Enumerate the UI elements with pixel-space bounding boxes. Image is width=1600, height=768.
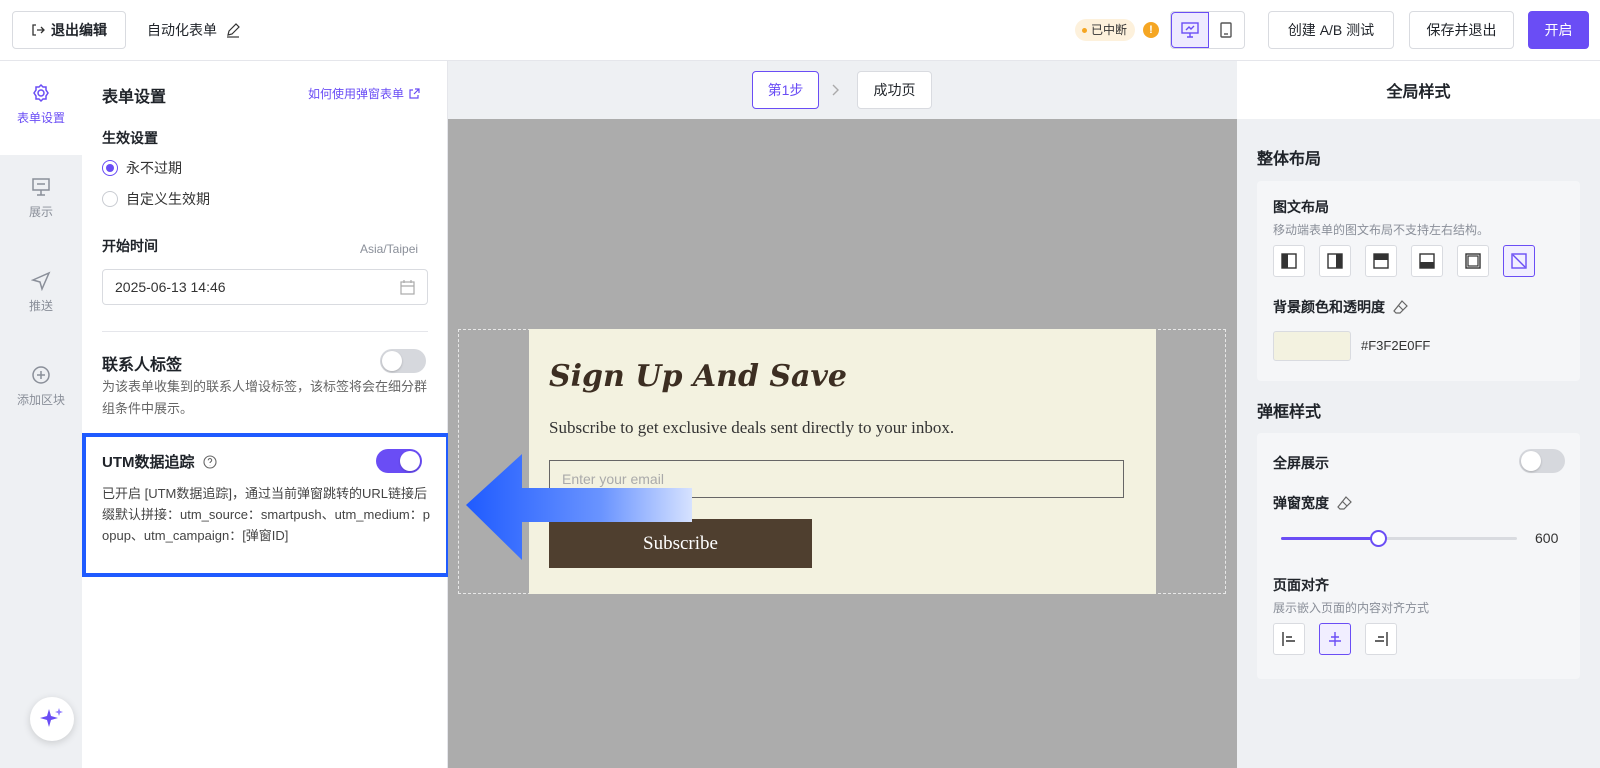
utm-desc: 已开启 [UTM数据追踪]，通过当前弹窗跳转的URL链接后缀默认拼接：utm_s… <box>102 486 430 543</box>
global-style-panel: 全局样式 整体布局 图文布局 移动端表单的图文布局不支持左右结构。 背景颜色和透… <box>1237 61 1600 768</box>
exit-icon <box>32 24 45 36</box>
calendar-icon <box>400 279 415 295</box>
layout-image-bottom-icon[interactable] <box>1411 245 1443 277</box>
left-rail: 表单设置 展示 推送 添加区块 <box>0 61 82 768</box>
layout-section-title: 整体布局 <box>1257 151 1322 168</box>
slider-handle[interactable] <box>1369 530 1387 547</box>
background-color-label: 背景颜色和透明度 <box>1273 297 1409 317</box>
exit-edit-button[interactable]: 退出编辑 <box>12 11 126 49</box>
status-badge: 已中断 <box>1075 19 1136 41</box>
panel-title: 全局样式 <box>1237 61 1600 119</box>
layout-image-top-icon[interactable] <box>1365 245 1397 277</box>
rail-item-label: 表单设置 <box>16 111 65 125</box>
popup-style-section-title: 弹框样式 <box>1257 404 1322 421</box>
form-title[interactable]: 自动化表单 <box>147 20 241 40</box>
chevron-right-icon <box>832 84 839 96</box>
popup-width-slider[interactable] <box>1281 530 1517 547</box>
form-settings-panel: 表单设置 如何使用弹窗表单 生效设置 永不过期 自定义生效期 开始时间 Asia… <box>82 61 450 768</box>
exit-edit-label: 退出编辑 <box>51 22 107 38</box>
align-center-icon[interactable] <box>1319 623 1351 655</box>
edit-pencil-icon[interactable] <box>225 22 241 38</box>
popup-width-value: 600 <box>1535 530 1559 546</box>
start-time-value: 2025-06-13 14:46 <box>115 279 226 295</box>
help-circle-icon[interactable] <box>202 454 217 469</box>
form-title-text: 自动化表单 <box>147 22 217 38</box>
eraser-icon[interactable] <box>1337 495 1353 511</box>
rail-item-add-block[interactable]: 添加区块 <box>0 343 82 437</box>
panel-title: 表单设置 <box>102 89 167 106</box>
popup-width-text: 弹窗宽度 <box>1273 495 1329 511</box>
radio-label: 自定义生效期 <box>126 191 210 207</box>
layout-image-left-icon[interactable] <box>1273 245 1305 277</box>
radio-dot <box>102 160 118 176</box>
validity-label: 生效设置 <box>102 130 158 146</box>
layout-no-image-icon[interactable] <box>1503 245 1535 277</box>
contact-tag-label: 联系人标签 <box>102 357 183 374</box>
ai-assistant-button[interactable] <box>30 697 74 741</box>
background-color-text: 背景颜色和透明度 <box>1273 299 1385 315</box>
rail-item-label: 推送 <box>28 299 53 313</box>
desktop-preview-icon[interactable] <box>1171 12 1209 48</box>
mobile-preview-icon[interactable] <box>1209 12 1245 48</box>
send-icon <box>31 271 51 291</box>
preview-canvas: 第1步 成功页 Sign Up And Save Subscribe to ge… <box>448 61 1237 768</box>
radio-never-expire[interactable]: 永不过期 <box>102 158 182 178</box>
step-bar: 第1步 成功页 <box>448 61 1237 119</box>
divider <box>102 331 428 332</box>
create-ab-test-button[interactable]: 创建 A/B 测试 <box>1268 11 1394 49</box>
slider-fill <box>1281 537 1378 540</box>
step-1-tab[interactable]: 第1步 <box>752 71 819 109</box>
eraser-icon[interactable] <box>1393 299 1409 315</box>
success-page-tab[interactable]: 成功页 <box>857 71 932 109</box>
rail-item-label: 添加区块 <box>16 393 65 407</box>
utm-label: UTM数据追踪 <box>102 454 195 471</box>
rail-item-label: 展示 <box>28 205 53 219</box>
start-time-input[interactable]: 2025-06-13 14:46 <box>102 269 428 305</box>
popup-width-label: 弹窗宽度 <box>1273 493 1353 513</box>
external-link-icon <box>409 87 420 99</box>
popup-subtext[interactable]: Subscribe to get exclusive deals sent di… <box>549 418 954 438</box>
layout-image-background-icon[interactable] <box>1457 245 1489 277</box>
help-link-text: 如何使用弹窗表单 <box>308 87 405 101</box>
popup-headline[interactable]: Sign Up And Save <box>549 359 847 394</box>
page-align-label: 页面对齐 <box>1273 577 1329 593</box>
fullscreen-toggle[interactable] <box>1519 449 1565 473</box>
popup-style-card: 全屏展示 弹窗宽度 600 页面对齐 展示嵌入页面的内容对齐方式 <box>1257 433 1580 679</box>
align-left-icon[interactable] <box>1273 623 1305 655</box>
start-time-label: 开始时间 <box>102 238 158 254</box>
align-hint: 展示嵌入页面的内容对齐方式 <box>1273 601 1430 615</box>
plus-circle-icon <box>32 366 50 384</box>
save-exit-button[interactable]: 保存并退出 <box>1409 11 1514 49</box>
utm-tracking-section: UTM数据追踪 已开启 [UTM数据追踪]，通过当前弹窗跳转的URL链接后缀默认… <box>82 433 450 577</box>
sparkle-icon <box>40 708 63 727</box>
device-switch <box>1170 11 1245 49</box>
utm-toggle[interactable] <box>376 449 422 473</box>
background-color-hex[interactable]: #F3F2E0FF <box>1361 338 1430 353</box>
rail-item-push[interactable]: 推送 <box>0 249 82 343</box>
info-icon[interactable]: ! <box>1143 22 1159 38</box>
contact-tag-toggle[interactable] <box>380 349 426 373</box>
background-color-swatch[interactable] <box>1273 331 1351 361</box>
open-button[interactable]: 开启 <box>1528 11 1589 49</box>
top-bar: 退出编辑 自动化表单 已中断 ! 创建 A/B 测试 保存并退出 开启 <box>0 0 1600 61</box>
help-link[interactable]: 如何使用弹窗表单 <box>308 85 420 102</box>
radio-custom-period[interactable]: 自定义生效期 <box>102 189 210 209</box>
display-icon <box>32 178 50 196</box>
layout-image-right-icon[interactable] <box>1319 245 1351 277</box>
utm-title: UTM数据追踪 <box>102 451 217 472</box>
timezone-label: Asia/Taipei <box>360 242 419 256</box>
align-right-icon[interactable] <box>1365 623 1397 655</box>
pointer-arrow <box>466 454 692 560</box>
radio-dot <box>102 191 118 207</box>
image-text-layout-label: 图文布局 <box>1273 199 1329 215</box>
radio-label: 永不过期 <box>126 160 182 176</box>
layout-hint: 移动端表单的图文布局不支持左右结构。 <box>1273 223 1490 237</box>
layout-card: 图文布局 移动端表单的图文布局不支持左右结构。 背景颜色和透明度 #F3F2E0… <box>1257 181 1580 381</box>
fullscreen-label: 全屏展示 <box>1273 455 1329 471</box>
rail-item-display[interactable]: 展示 <box>0 155 82 249</box>
rail-item-form-settings[interactable]: 表单设置 <box>0 61 82 155</box>
contact-tag-desc: 为该表单收集到的联系人增设标签，该标签将会在细分群组条件中展示。 <box>102 379 428 416</box>
gear-icon <box>33 83 49 103</box>
